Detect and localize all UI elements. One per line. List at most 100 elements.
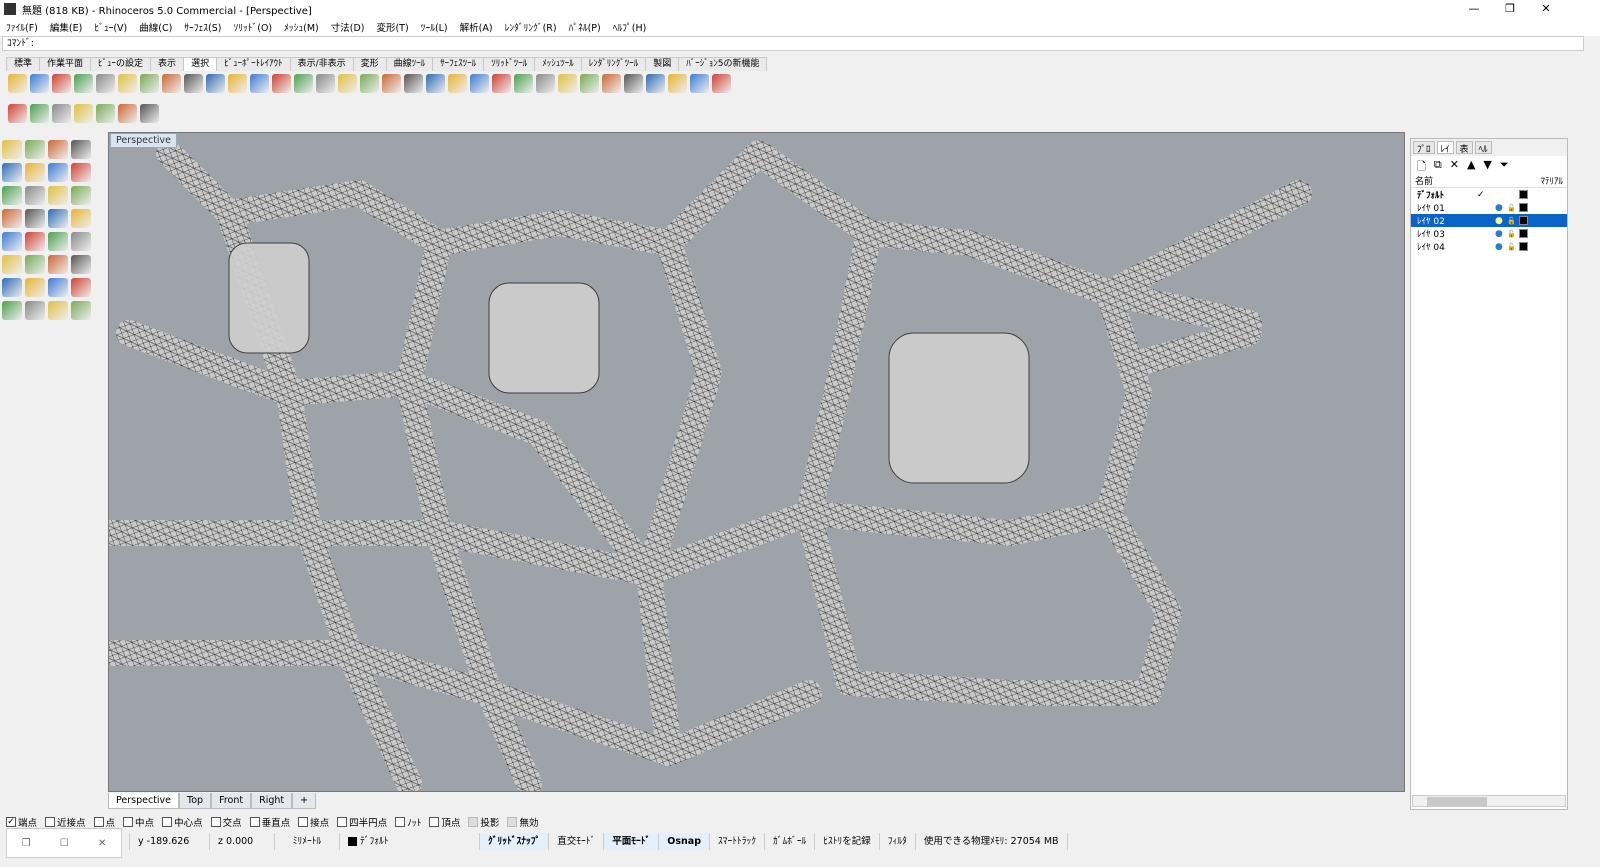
tool-icon[interactable] (118, 74, 137, 93)
tool-icon[interactable] (580, 74, 599, 93)
tool-icon[interactable] (426, 74, 445, 93)
tool-icon[interactable] (712, 74, 731, 93)
filter-icon[interactable]: ⏷ (1500, 158, 1509, 171)
minimize-button[interactable]: — (1456, 0, 1492, 18)
new-sublayer-icon[interactable]: ⧉ (1434, 158, 1442, 171)
tool-icon[interactable] (448, 74, 467, 93)
toolbar-tab[interactable]: ｿﾘｯﾄﾞﾂｰﾙ (483, 57, 536, 71)
menu-item[interactable]: ｿﾘｯﾄﾞ(O) (233, 20, 272, 34)
tool-icon[interactable] (228, 74, 247, 93)
status-toggle[interactable]: Osnap (659, 833, 711, 850)
tool-icon[interactable] (25, 278, 45, 297)
osnap-3[interactable]: 中点 (123, 815, 154, 829)
toolbar-tab[interactable]: 作業平面 (39, 57, 92, 71)
lock-icon[interactable]: 🔓 (1507, 230, 1519, 238)
tool-icon[interactable] (71, 301, 91, 320)
tool-icon[interactable] (2, 163, 22, 182)
osnap-checkbox[interactable] (123, 817, 134, 827)
osnap-checkbox[interactable] (468, 817, 479, 827)
tool-icon[interactable] (96, 74, 115, 93)
tool-icon[interactable] (52, 74, 71, 93)
tool-icon[interactable] (74, 74, 93, 93)
status-toggle[interactable]: ﾋｽﾄﾘを記録 (815, 833, 880, 850)
tool-icon[interactable] (2, 140, 22, 159)
layer-name[interactable]: ﾚｲﾔ 03 (1417, 227, 1477, 240)
menu-item[interactable]: ﾊﾟﾈﾙ(P) (569, 20, 601, 34)
osnap-12[interactable]: 無効 (507, 815, 538, 829)
toolbar-tab[interactable]: 表示 (150, 57, 185, 71)
osnap-4[interactable]: 中心点 (162, 815, 203, 829)
tool-icon[interactable] (272, 74, 291, 93)
viewport-tab[interactable]: Top (179, 793, 212, 809)
units[interactable]: ﾐﾘﾒｰﾄﾙ (275, 833, 340, 850)
lock-icon[interactable]: 🔓 (1507, 204, 1519, 212)
tool-icon[interactable] (338, 74, 357, 93)
new-layer-icon[interactable]: 🗋 (1417, 158, 1426, 173)
tool-icon[interactable] (71, 186, 91, 205)
osnap-9[interactable]: ﾉｯﾄ (395, 815, 421, 829)
tool-icon[interactable] (48, 186, 68, 205)
osnap-11[interactable]: 投影 (468, 815, 499, 829)
layer-color-swatch[interactable] (1519, 216, 1528, 225)
close-icon[interactable]: ✕ (98, 838, 106, 849)
delete-layer-icon[interactable]: ✕ (1450, 158, 1459, 171)
restore-icon[interactable]: ❐ (22, 838, 31, 849)
status-toggle[interactable]: ﾌｨﾙﾀ (880, 833, 916, 850)
tool-icon[interactable] (184, 74, 203, 93)
tool-icon[interactable] (2, 232, 22, 251)
lock-icon[interactable]: 🔓 (1507, 243, 1519, 251)
material-column-header[interactable]: ﾏﾃﾘｱﾙ (1540, 174, 1563, 187)
osnap-checkbox[interactable] (93, 817, 104, 827)
restore-button[interactable]: ❐ (1492, 0, 1528, 18)
tool-icon[interactable] (25, 186, 45, 205)
panel-horizontal-scrollbar[interactable] (1412, 795, 1566, 807)
visibility-bulb-icon[interactable]: ● (1495, 216, 1507, 226)
toolbar-tab[interactable]: ｻｰﾌｪｽﾂｰﾙ (432, 57, 485, 71)
panel-tab[interactable]: ﾍﾙ (1474, 141, 1492, 155)
close-button[interactable]: ✕ (1528, 0, 1564, 18)
layer-name[interactable]: ﾃﾞﾌｫﾙﾄ (1417, 188, 1477, 201)
toolbar-tab[interactable]: ﾋﾞｭｰの設定 (90, 57, 152, 71)
status-toggle[interactable]: 平面ﾓｰﾄﾞ (604, 833, 660, 850)
osnap-2[interactable]: 点 (93, 815, 115, 829)
layer-color-swatch[interactable] (1519, 229, 1528, 238)
add-viewport-tab-button[interactable]: + (292, 793, 317, 809)
menu-item[interactable]: ﾒｯｼｭ(M) (284, 20, 319, 34)
name-column-header[interactable]: 名前 (1415, 174, 1433, 187)
osnap-checkbox[interactable] (507, 817, 518, 827)
menu-item[interactable]: ﾋﾞｭｰ(V) (94, 20, 127, 34)
osnap-checkbox[interactable] (210, 817, 221, 827)
tool-icon[interactable] (2, 278, 22, 297)
tool-icon[interactable] (294, 74, 313, 93)
osnap-5[interactable]: 交点 (210, 815, 242, 829)
perspective-viewport[interactable] (108, 132, 1405, 792)
viewport-title[interactable]: Perspective (110, 133, 178, 148)
layer-row[interactable]: ﾚｲﾔ 04 ● 🔓 (1411, 240, 1567, 253)
tool-icon[interactable] (558, 74, 577, 93)
menu-item[interactable]: ｻｰﾌｪｽ(S) (184, 20, 221, 34)
osnap-10[interactable]: 頂点 (429, 815, 460, 829)
status-toggle[interactable]: ｸﾞﾘｯﾄﾞｽﾅｯﾌﾟ (480, 833, 550, 850)
tool-icon[interactable] (382, 74, 401, 93)
menu-item[interactable]: ﾂｰﾙ(L) (421, 20, 448, 34)
osnap-7[interactable]: 接点 (298, 815, 329, 829)
tool-icon[interactable] (118, 104, 137, 123)
tool-icon[interactable] (74, 104, 93, 123)
osnap-1[interactable]: 近接点 (45, 815, 86, 829)
tool-icon[interactable] (690, 74, 709, 93)
menu-item[interactable]: 解析(A) (460, 20, 493, 34)
tool-icon[interactable] (2, 301, 22, 320)
command-line[interactable]: ｺﾏﾝﾄﾞ: (2, 36, 1584, 51)
status-toggle[interactable]: 直交ﾓｰﾄﾞ (549, 833, 605, 850)
layer-name[interactable]: ﾚｲﾔ 04 (1417, 240, 1477, 253)
osnap-8[interactable]: 四半円点 (337, 815, 387, 829)
osnap-checkbox[interactable] (395, 817, 406, 827)
toolbar-tab[interactable]: 製図 (645, 57, 680, 71)
current-layer-check[interactable]: ✓ (1477, 190, 1495, 200)
tool-icon[interactable] (8, 104, 27, 123)
osnap-checkbox[interactable] (337, 817, 348, 827)
toolbar-tab[interactable]: 表示/非表示 (289, 57, 354, 71)
toolbar-tab[interactable]: 変形 (352, 57, 387, 71)
tool-icon[interactable] (30, 104, 49, 123)
layer-name[interactable]: ﾚｲﾔ 01 (1417, 201, 1477, 214)
